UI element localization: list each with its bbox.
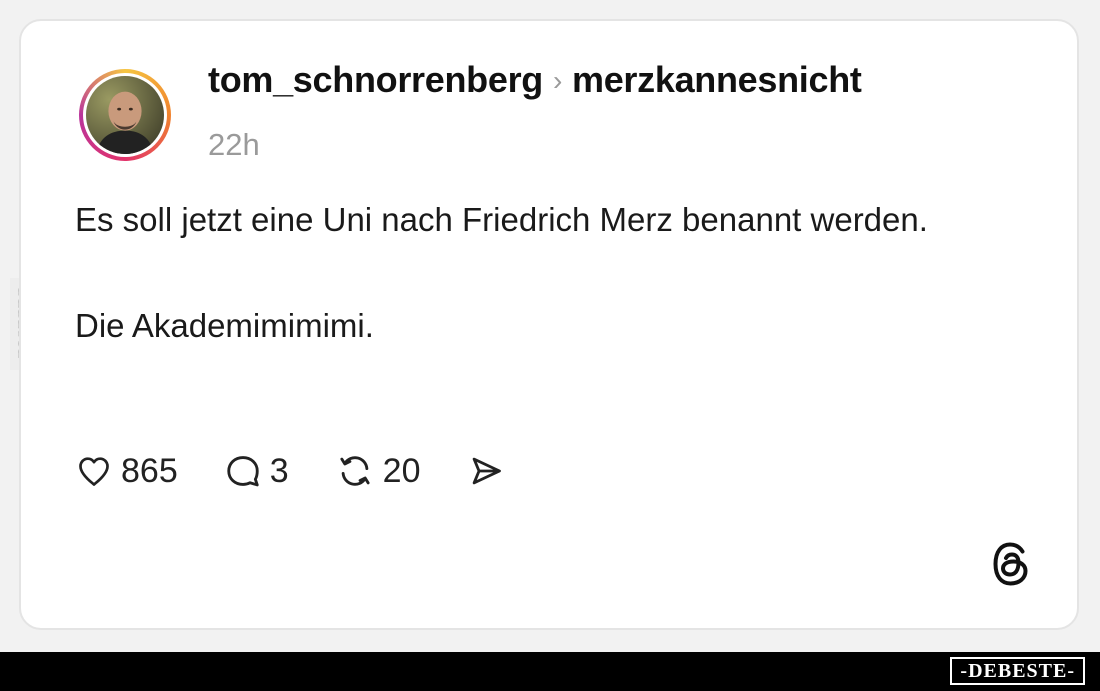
avatar[interactable] <box>79 69 171 161</box>
post-paragraph: Die Akademimimimi. <box>75 307 374 344</box>
threads-logo-icon <box>993 542 1028 586</box>
post-timestamp: 22h <box>208 127 260 162</box>
chevron-right-icon: › <box>552 65 562 96</box>
comment-count: 3 <box>269 452 289 490</box>
repost-icon <box>340 456 370 486</box>
post-paragraph: Es soll jetzt eine Uni nach Friedrich Me… <box>75 201 928 238</box>
post-card: tom_schnorrenberg › merzkannesnicht 22h Es… <box>19 19 1079 630</box>
author-username[interactable]: tom_schnorrenberg <box>208 59 543 100</box>
heart-icon <box>79 457 109 486</box>
post-text: Es soll jetzt eine Uni nach Friedrich Me… <box>75 193 975 352</box>
action-bar: 865 3 20 <box>75 449 552 493</box>
send-icon <box>473 457 502 485</box>
footer-bar: -DEBESTE- <box>0 652 1100 691</box>
post-header: tom_schnorrenberg › merzkannesnicht <box>208 58 862 103</box>
like-button[interactable]: 865 <box>75 449 178 493</box>
comment-button[interactable]: 3 <box>224 449 289 493</box>
like-count: 865 <box>121 452 178 490</box>
footer-watermark: -DEBESTE- <box>950 657 1085 685</box>
repost-count: 20 <box>382 452 421 490</box>
share-button[interactable] <box>466 452 506 490</box>
avatar-photo <box>86 76 164 154</box>
recipient-username[interactable]: merzkannesnicht <box>572 59 862 100</box>
repost-button[interactable]: 20 <box>335 449 421 493</box>
comment-bubble-icon <box>227 456 259 487</box>
